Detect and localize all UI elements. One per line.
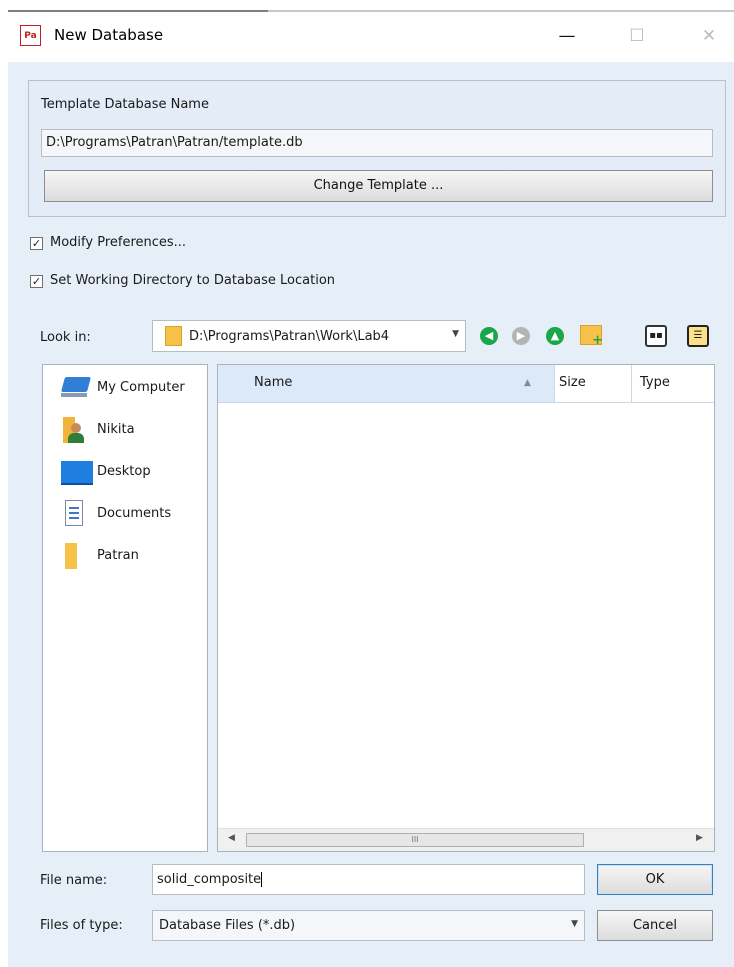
scroll-right-icon[interactable]: ▶ (696, 833, 703, 843)
look-in-label: Look in: (40, 330, 91, 345)
sort-ascending-icon: ▲ (524, 378, 531, 388)
minimize-button[interactable]: — (552, 24, 582, 48)
scrollbar-thumb[interactable]: III (246, 833, 584, 847)
up-folder-icon[interactable]: ▲ (546, 327, 564, 345)
desktop-icon (61, 461, 93, 485)
new-folder-icon[interactable]: + (580, 325, 603, 348)
place-patran[interactable]: Patran (55, 541, 205, 573)
user-icon (63, 417, 84, 443)
column-header-size[interactable]: Size (555, 365, 631, 403)
template-path-field[interactable]: D:\Programs\Patran\Patran/template.db (41, 129, 713, 157)
places-sidebar: My Computer Nikita Desktop Documents Pat… (42, 364, 208, 852)
column-label: Name (254, 375, 293, 390)
place-label: My Computer (97, 380, 185, 395)
set-working-directory-label[interactable]: Set Working Directory to Database Locati… (50, 273, 335, 288)
column-header-type[interactable]: Type (632, 365, 714, 403)
patran-app-icon: Pa (20, 25, 41, 46)
text-caret (261, 872, 263, 887)
place-my-computer[interactable]: My Computer (55, 373, 205, 405)
close-button[interactable]: ✕ (694, 24, 724, 48)
look-in-path: D:\Programs\Patran\Work\Lab4 (189, 329, 390, 344)
column-header-name[interactable]: Name ▲ (218, 365, 554, 403)
detail-view-icon[interactable]: ☰ (687, 325, 709, 347)
file-type-label: Files of type: (40, 918, 123, 933)
place-documents[interactable]: Documents (55, 499, 205, 531)
column-label: Type (640, 375, 670, 390)
modify-preferences-label[interactable]: Modify Preferences... (50, 235, 186, 250)
folder-icon (165, 326, 182, 346)
folder-icon (65, 543, 77, 569)
place-desktop[interactable]: Desktop (55, 457, 205, 489)
window-title: New Database (54, 26, 164, 44)
back-icon[interactable]: ◀ (480, 327, 498, 345)
maximize-button: ☐ (629, 26, 645, 46)
file-type-combo[interactable]: Database Files (*.db) ▼ (152, 910, 585, 941)
horizontal-scrollbar[interactable]: ◀ III ▶ (218, 828, 714, 851)
template-database-label: Template Database Name (41, 97, 209, 112)
computer-icon (60, 377, 92, 397)
list-view-icon[interactable]: ▪▪ (645, 325, 667, 347)
place-label: Desktop (97, 464, 151, 479)
look-in-combo[interactable]: D:\Programs\Patran\Work\Lab4 ▼ (152, 320, 466, 352)
place-nikita[interactable]: Nikita (55, 415, 205, 447)
file-name-input[interactable]: solid_composite (152, 864, 585, 895)
chevron-down-icon: ▼ (571, 919, 578, 929)
place-label: Nikita (97, 422, 135, 437)
scroll-left-icon[interactable]: ◀ (228, 833, 235, 843)
chevron-down-icon: ▼ (452, 329, 459, 339)
forward-icon: ▶ (512, 327, 530, 345)
change-template-button[interactable]: Change Template ... (44, 170, 713, 202)
column-label: Size (559, 375, 586, 390)
documents-icon (65, 500, 83, 526)
file-name-value: solid_composite (157, 872, 262, 887)
set-working-directory-checkbox[interactable]: ✓ (30, 275, 43, 288)
file-list[interactable]: Name ▲ Size Type ◀ III ▶ (217, 364, 715, 852)
file-name-label: File name: (40, 873, 108, 888)
modify-preferences-checkbox[interactable]: ✓ (30, 237, 43, 250)
place-label: Documents (97, 506, 172, 521)
cancel-button[interactable]: Cancel (597, 910, 713, 941)
file-type-value: Database Files (*.db) (159, 918, 296, 933)
place-label: Patran (97, 548, 139, 563)
ok-button[interactable]: OK (597, 864, 713, 895)
